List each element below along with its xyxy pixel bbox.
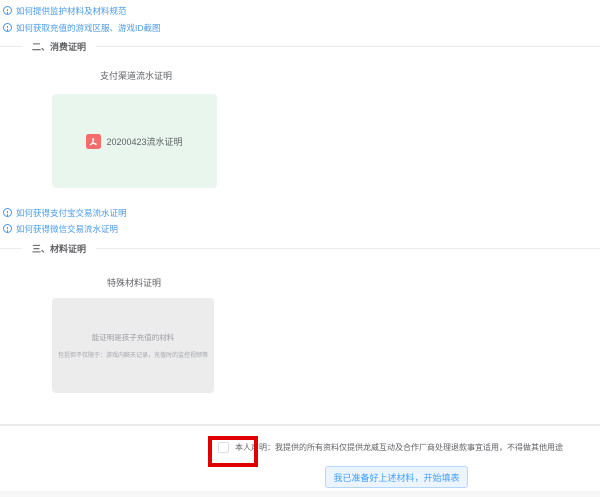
help-link-label: 如何获取充值的游戏区服、游戏ID截图 bbox=[16, 22, 161, 34]
help-link-label: 如何提供监护材料及材料规范 bbox=[16, 5, 127, 17]
start-form-button[interactable]: 我已准备好上述材料，开始填表 bbox=[325, 466, 468, 488]
help-link-label: 如何获得支付宝交易流水证明 bbox=[16, 207, 127, 219]
section-heading-material-proof: 三、材料证明 bbox=[0, 242, 600, 254]
help-link-wechat-statement[interactable]: 如何获得微信交易流水证明 bbox=[3, 222, 118, 235]
special-material-upload-box[interactable]: 能证明是孩子充值的材料 包括但不仅限于：游戏内聊天记录，充值时的监控视频等 bbox=[52, 298, 214, 393]
horizontal-divider bbox=[0, 424, 600, 426]
pdf-icon bbox=[86, 134, 101, 149]
uploaded-file-name: 20200423流水证明 bbox=[106, 135, 182, 148]
upload-hint-line2: 包括但不仅限于：游戏内聊天记录，充值时的监控视频等 bbox=[58, 350, 208, 359]
uploaded-file-item[interactable]: 20200423流水证明 bbox=[86, 134, 182, 149]
divider-line bbox=[0, 46, 22, 47]
declaration-checkbox[interactable] bbox=[218, 442, 229, 453]
section-title: 三、材料证明 bbox=[32, 242, 86, 255]
upload-hint-line1: 能证明是孩子充值的材料 bbox=[92, 332, 175, 343]
page-bottom-strip bbox=[0, 491, 600, 497]
divider-line bbox=[0, 248, 22, 249]
payment-proof-upload-box: 20200423流水证明 bbox=[52, 94, 217, 188]
info-icon bbox=[3, 224, 12, 233]
info-icon bbox=[3, 6, 12, 15]
payment-proof-label: 支付渠道流水证明 bbox=[100, 69, 172, 82]
divider-line bbox=[96, 46, 600, 47]
declaration-row: 本人声明：我提供的所有资料仅提供龙威互动及合作厂商处理退款事宜适用，不得做其他用… bbox=[218, 442, 563, 453]
help-link-label: 如何获得微信交易流水证明 bbox=[16, 223, 118, 235]
special-material-label: 特殊材料证明 bbox=[107, 276, 161, 289]
info-icon bbox=[3, 208, 12, 217]
info-icon bbox=[3, 23, 12, 32]
section-title: 二、消费证明 bbox=[32, 40, 86, 53]
refund-form-page: 如何提供监护材料及材料规范 如何获取充值的游戏区服、游戏ID截图 二、消费证明 … bbox=[0, 0, 600, 497]
help-link-alipay-statement[interactable]: 如何获得支付宝交易流水证明 bbox=[3, 206, 127, 219]
help-link-game-id-screenshot[interactable]: 如何获取充值的游戏区服、游戏ID截图 bbox=[3, 21, 161, 34]
help-link-guardian-materials[interactable]: 如何提供监护材料及材料规范 bbox=[3, 4, 127, 17]
section-heading-consumption-proof: 二、消费证明 bbox=[0, 40, 600, 52]
declaration-text: 本人声明：我提供的所有资料仅提供龙威互动及合作厂商处理退款事宜适用，不得做其他用… bbox=[235, 442, 563, 453]
divider-line bbox=[96, 248, 600, 249]
